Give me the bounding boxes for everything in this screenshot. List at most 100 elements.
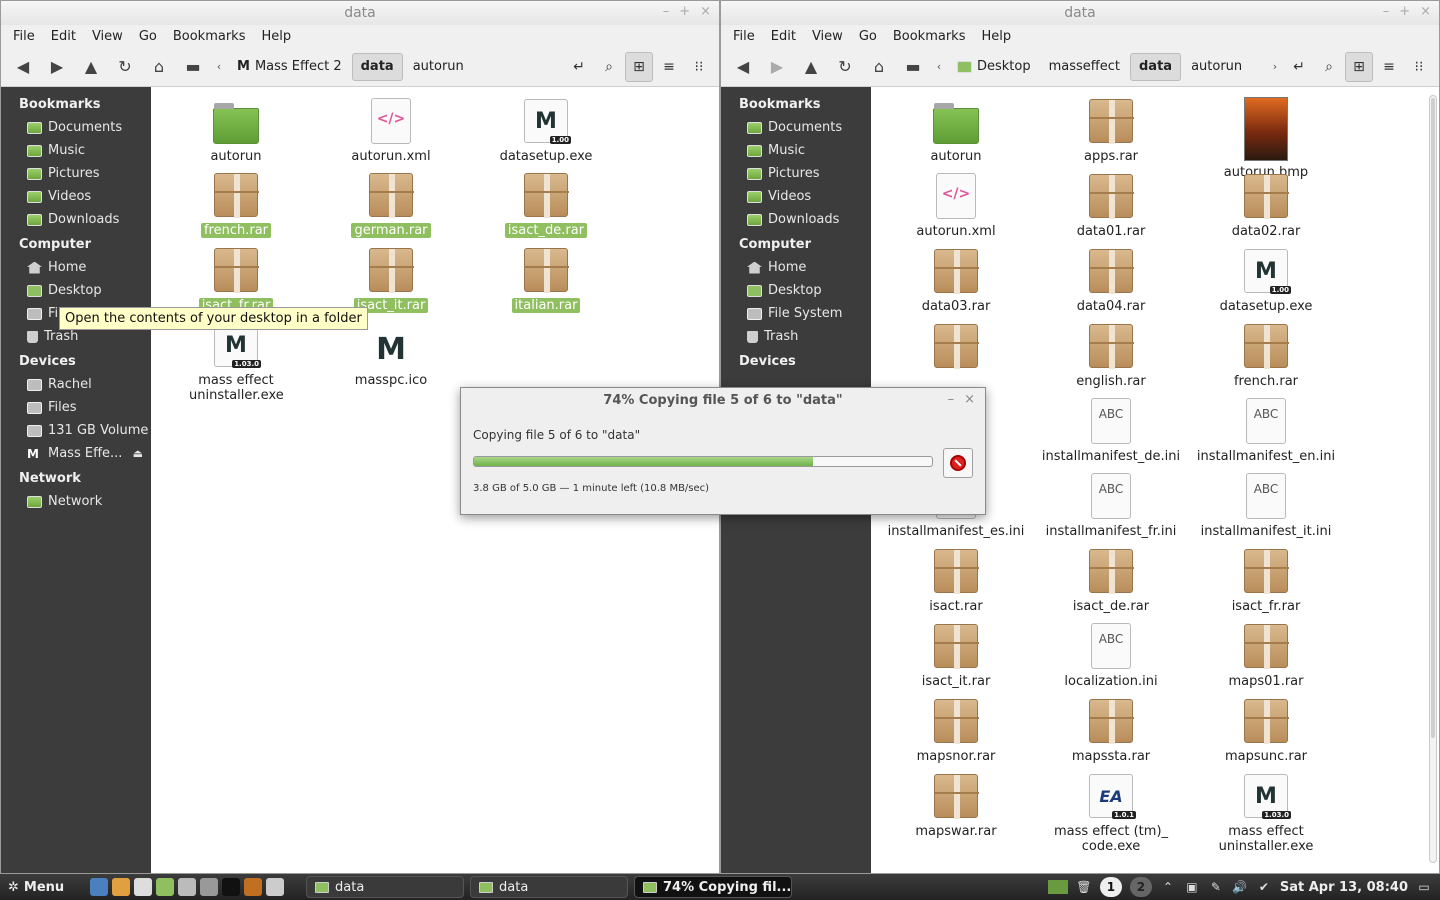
eject-icon[interactable]: ⏏ — [133, 447, 143, 460]
volume-icon[interactable]: 🔊 — [1232, 880, 1248, 894]
menu-edit[interactable]: Edit — [763, 29, 804, 44]
file-item[interactable]: autorun — [161, 97, 311, 164]
file-item[interactable]: M 1.03.0 mass effect uninstaller.exe — [1191, 772, 1341, 854]
menu-go[interactable]: Go — [851, 29, 885, 44]
maximize-icon[interactable]: + — [1399, 4, 1410, 19]
list-view-icon[interactable]: ≡ — [655, 52, 683, 82]
network-icon[interactable]: ▣ — [1184, 880, 1200, 894]
chevron-left-icon[interactable]: ‹ — [931, 60, 947, 73]
file-item[interactable]: french.rar — [161, 171, 311, 238]
file-item[interactable]: data04.rar — [1036, 247, 1186, 314]
close-icon[interactable]: × — [700, 4, 711, 19]
show-desktop-icon[interactable] — [1047, 880, 1068, 894]
file-item[interactable]: english.rar — [1036, 322, 1186, 389]
minimize-icon[interactable]: – — [1383, 4, 1390, 19]
sidebar-item-home[interactable]: Home — [721, 256, 871, 279]
icon-view-icon[interactable]: ⊞ — [625, 51, 653, 82]
task-data-2[interactable]: data — [470, 876, 628, 898]
workspace-2[interactable]: 2 — [1129, 877, 1152, 897]
file-item[interactable]: isact_it.rar — [316, 246, 466, 313]
sidebar-item-documents[interactable]: Documents — [721, 116, 871, 139]
file-item[interactable]: apps.rar — [1036, 97, 1186, 164]
file-item[interactable]: mapswar.rar — [881, 772, 1031, 839]
chevron-right-icon[interactable]: › — [1267, 60, 1283, 73]
menu-file[interactable]: File — [725, 29, 763, 44]
sidebar-item-file-system[interactable]: File System — [721, 302, 871, 325]
file-item[interactable]: Mmasspc.ico — [316, 321, 466, 389]
menu-bookmarks[interactable]: Bookmarks — [165, 29, 254, 44]
up-icon[interactable]: ▲ — [795, 52, 827, 82]
camera-app-icon[interactable] — [266, 878, 284, 896]
sidebar-item-videos[interactable]: Videos — [721, 185, 871, 208]
sidebar-item-music[interactable]: Music — [721, 139, 871, 162]
file-item[interactable]: isact_de.rar — [1036, 547, 1186, 614]
home-icon[interactable]: ⌂ — [143, 52, 175, 82]
sidebar-item-mass-effect[interactable]: M Mass Effe... ⏏ — [1, 442, 151, 465]
breadcrumb-data[interactable]: data — [1130, 52, 1182, 81]
file-item[interactable]: data01.rar — [1036, 172, 1186, 239]
breadcrumb-data[interactable]: data — [351, 52, 403, 81]
terminal-launcher-icon[interactable] — [178, 878, 196, 896]
file-item[interactable]: isact_fr.rar — [1191, 547, 1341, 614]
vertical-scrollbar[interactable] — [1429, 95, 1437, 863]
sidebar-item-documents[interactable]: Documents — [1, 116, 151, 139]
file-item[interactable]: M 1.03.0 mass effect uninstaller.exe — [161, 321, 311, 403]
task-data-1[interactable]: data — [306, 876, 464, 898]
file-item[interactable]: autorun.bmp — [1191, 97, 1341, 180]
title-bar[interactable]: data – + × — [1, 1, 719, 25]
file-item[interactable]: isact_it.rar — [881, 622, 1031, 689]
up-icon[interactable]: ▲ — [75, 52, 107, 82]
cancel-copy-button[interactable] — [943, 448, 973, 478]
back-icon[interactable]: ◀ — [727, 52, 759, 82]
file-item[interactable]: M 1.00 datasetup.exe — [1191, 247, 1341, 314]
pen-icon[interactable]: ✎ — [1208, 880, 1224, 894]
files-launcher-icon[interactable] — [156, 878, 174, 896]
file-item[interactable]: mapssta.rar — [1036, 697, 1186, 764]
menu-button[interactable]: ✲ Menu — [0, 880, 86, 895]
home-icon[interactable]: ⌂ — [863, 52, 895, 82]
icon-view-icon[interactable]: ⊞ — [1345, 51, 1373, 82]
menu-help[interactable]: Help — [973, 29, 1019, 44]
file-item[interactable]: mapsunc.rar — [1191, 697, 1341, 764]
file-item[interactable]: italian.rar — [471, 246, 621, 313]
close-icon[interactable]: × — [964, 392, 975, 407]
title-bar[interactable]: data – + × — [721, 1, 1439, 25]
file-item[interactable]: isact_fr.rar — [161, 246, 311, 313]
search-icon[interactable]: ⌕ — [595, 52, 623, 82]
sidebar-item-desktop[interactable]: Desktop — [1, 279, 151, 302]
menu-edit[interactable]: Edit — [43, 29, 84, 44]
display-icon[interactable]: ▭ — [1416, 880, 1432, 894]
file-item[interactable]: </> autorun.xml — [881, 172, 1031, 239]
computer-icon[interactable]: ▬ — [897, 52, 929, 82]
forward-icon[interactable]: ▶ — [761, 52, 793, 82]
sidebar-item-rachel[interactable]: Rachel — [1, 373, 151, 396]
close-icon[interactable]: × — [1420, 4, 1431, 19]
menu-bookmarks[interactable]: Bookmarks — [885, 29, 974, 44]
trash-icon[interactable]: 🗑 — [1076, 880, 1092, 894]
search-icon[interactable]: ⌕ — [1315, 52, 1343, 82]
file-item[interactable] — [881, 322, 1031, 374]
sidebar-item-home[interactable]: Home — [1, 256, 151, 279]
dialog-title-bar[interactable]: 74% Copying file 5 of 6 to "data" – × — [461, 388, 985, 412]
breadcrumb-autorun[interactable]: autorun — [405, 53, 472, 81]
minimize-icon[interactable]: – — [663, 4, 670, 19]
forward-icon[interactable]: ▶ — [41, 52, 73, 82]
sidebar-item-files[interactable]: Files — [1, 396, 151, 419]
compact-view-icon[interactable]: ⁝⁝ — [685, 52, 713, 82]
file-item[interactable]: french.rar — [1191, 322, 1341, 389]
reload-icon[interactable]: ↻ — [829, 52, 861, 82]
breadcrumb-mass-effect-2[interactable]: M Mass Effect 2 — [229, 53, 350, 81]
file-item[interactable]: data03.rar — [881, 247, 1031, 314]
file-item[interactable]: maps01.rar — [1191, 622, 1341, 689]
sidebar-item-pictures[interactable]: Pictures — [1, 162, 151, 185]
file-item[interactable]: EA 1.0.1 mass effect (tm)_ code.exe — [1036, 772, 1186, 854]
sidebar-item-network[interactable]: Network — [1, 490, 151, 513]
file-item[interactable]: ABC installmanifest_de.ini — [1036, 397, 1186, 464]
scrollbar-thumb[interactable] — [1431, 98, 1435, 738]
file-item[interactable]: german.rar — [316, 171, 466, 238]
sidebar-item-trash[interactable]: Trash — [721, 325, 871, 348]
file-item[interactable]: isact_de.rar — [471, 171, 621, 238]
file-item[interactable]: </> autorun.xml — [316, 97, 466, 164]
file-item[interactable]: mapsnor.rar — [881, 697, 1031, 764]
minimize-icon[interactable]: – — [948, 392, 955, 407]
